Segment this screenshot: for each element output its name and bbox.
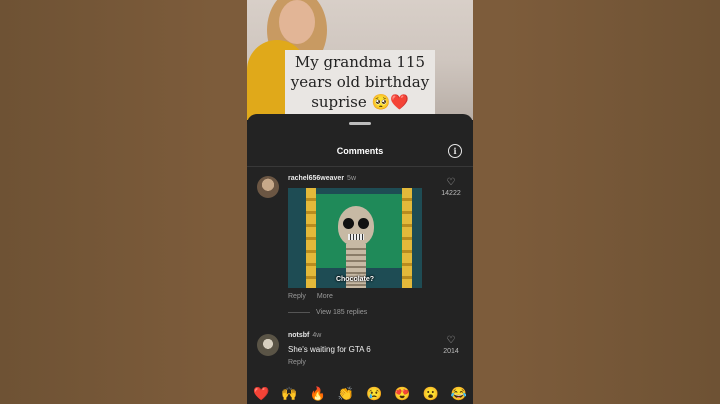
caption-line: years old birthday (290, 73, 430, 91)
emoji-clap-button[interactable]: 👏 (338, 387, 354, 401)
reply-button[interactable]: Reply (288, 359, 306, 366)
video-frame: My grandma 115 years old birthday supris… (247, 0, 473, 404)
comment-age: 5w (347, 175, 356, 182)
divider (288, 311, 310, 313)
comment-username[interactable]: rachel656weaver 5w (288, 175, 356, 182)
video-player[interactable]: My grandma 115 years old birthday supris… (247, 0, 473, 120)
avatar[interactable] (257, 334, 279, 356)
caption-line: My grandma 115 (294, 53, 426, 71)
reply-button[interactable]: Reply (288, 293, 306, 300)
emoji-reaction-bar: ❤️ 🙌 🔥 👏 😢 😍 😮 😂 (247, 384, 473, 404)
avatar[interactable] (257, 176, 279, 198)
comment-username[interactable]: notsbf 4w (288, 332, 321, 339)
comment-text: She's waiting for GTA 6 (288, 345, 371, 354)
emoji-surprised-button[interactable]: 😮 (423, 387, 439, 401)
sheet-title: Comments (336, 146, 384, 156)
heart-icon[interactable]: ♡ (439, 178, 463, 188)
emoji-heart-eyes-button[interactable]: 😍 (394, 387, 410, 401)
comment-gif[interactable]: Chocolate? (288, 188, 422, 288)
emoji-heart-button[interactable]: ❤️ (253, 387, 269, 401)
sheet-drag-handle[interactable] (349, 122, 371, 125)
like-button[interactable]: ♡ 2014 (439, 336, 463, 356)
comment-age: 4w (312, 332, 322, 339)
like-button[interactable]: ♡ 14222 (439, 178, 463, 198)
heart-icon[interactable]: ♡ (439, 336, 463, 346)
like-count: 14222 (441, 190, 461, 197)
like-count: 2014 (443, 348, 459, 355)
caption-line: suprise 🥺❤️ (311, 93, 409, 111)
emoji-crying-button[interactable]: 😢 (366, 387, 382, 401)
divider (247, 166, 473, 167)
gif-caption: Chocolate? (335, 276, 375, 283)
view-replies-button[interactable]: View 185 replies (288, 309, 367, 316)
username-text[interactable]: notsbf (288, 332, 309, 339)
emoji-fire-button[interactable]: 🔥 (310, 387, 326, 401)
emoji-laughing-button[interactable]: 😂 (451, 387, 467, 401)
comments-sheet: Comments i rachel656weaver5w Chocolate? (247, 114, 473, 404)
comment-actions: Reply (288, 359, 317, 366)
info-icon[interactable]: i (448, 144, 462, 158)
video-caption: My grandma 115 years old birthday supris… (285, 50, 435, 114)
comment-actions: Reply More (288, 293, 344, 300)
emoji-raised-hands-button[interactable]: 🙌 (281, 387, 297, 401)
more-button[interactable]: More (317, 293, 333, 300)
username-text[interactable]: rachel656weaver (288, 175, 344, 182)
view-replies-label[interactable]: View 185 replies (316, 309, 367, 316)
